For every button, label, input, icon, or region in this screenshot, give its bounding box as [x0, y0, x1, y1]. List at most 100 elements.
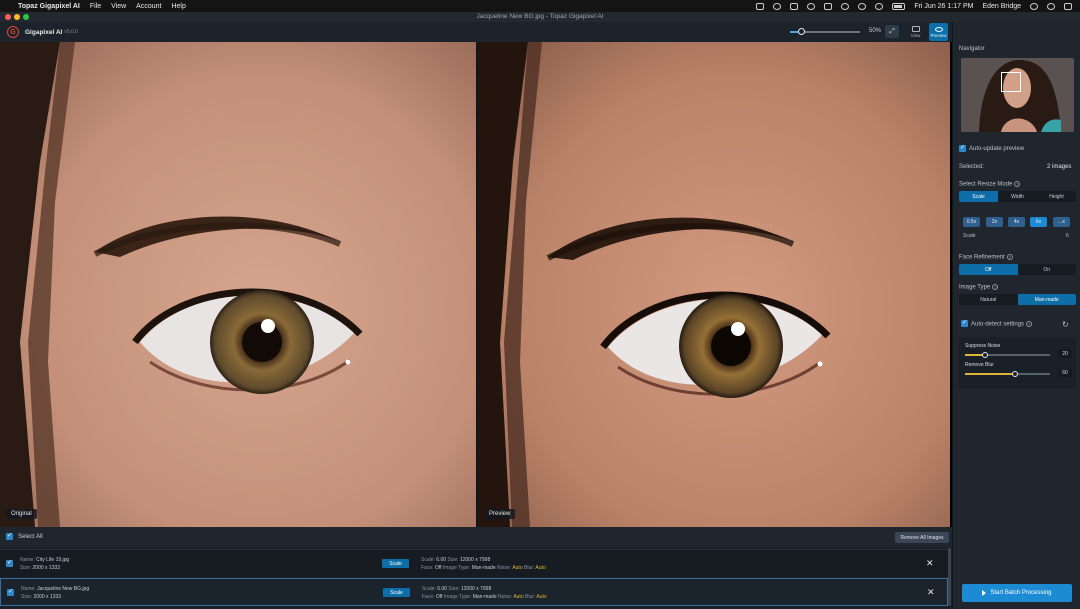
image-type-title: Image Type? [959, 284, 999, 291]
magnifier-icon: ⤢ [889, 27, 895, 35]
preview-face-photo [478, 42, 950, 527]
menu-app-name[interactable]: Topaz Gigapixel AI [18, 3, 80, 10]
split-view-icon [911, 26, 920, 32]
auto-update-label: Auto-update preview [969, 146, 1025, 152]
zoom-fit-button[interactable]: ⤢ [885, 25, 899, 38]
file-size: 2000 x 1333 [33, 594, 62, 600]
image-type-selector: Natural Man-made [959, 294, 1076, 305]
remove-all-images-button[interactable]: Remove All Images [895, 532, 949, 543]
preview-image-pane[interactable]: Preview [478, 42, 950, 527]
remove-file-icon[interactable]: ✕ [926, 558, 934, 569]
remove-blur-slider[interactable] [965, 370, 1050, 377]
file-row[interactable]: ✓ Name: Jacqueline New BG.jpg Size: 2000… [0, 578, 948, 606]
image-type-natural[interactable]: Natural [959, 294, 1018, 305]
control-center-icon[interactable] [1064, 2, 1072, 10]
auto-settings-panel: Suppress Noise 20 Remove Blur 60 [959, 337, 1076, 389]
original-image-pane[interactable]: Original [0, 42, 476, 527]
zoom-slider-handle[interactable] [798, 28, 805, 35]
dropbox-icon[interactable] [790, 2, 799, 10]
file-checkbox[interactable]: ✓ [7, 589, 14, 596]
file-name: City Life 19.jpg [36, 557, 70, 563]
eye-icon [934, 26, 943, 32]
fullscreen-window-button[interactable] [23, 14, 29, 20]
start-batch-label: Start Batch Processing [990, 590, 1052, 596]
wifi-icon[interactable] [875, 2, 884, 10]
resize-mode-scale[interactable]: Scale [959, 191, 998, 202]
navigator-thumbnail[interactable] [961, 58, 1074, 132]
suppress-noise-slider[interactable] [965, 351, 1050, 358]
view-mode-button[interactable]: View [906, 23, 925, 41]
suppress-noise-handle[interactable] [982, 351, 988, 358]
app-version: v5.0.0 [64, 29, 78, 35]
face-refinement-off[interactable]: Off [959, 264, 1018, 275]
remove-blur-value[interactable]: 60 [1058, 369, 1072, 377]
help-icon[interactable]: ? [992, 284, 999, 290]
window-title: Jacqueline New BG.jpg - Topaz Gigapixel … [476, 13, 604, 20]
file-list-scrollbar[interactable] [948, 548, 951, 606]
scale-0-5x-button[interactable]: 0.5x [963, 217, 980, 227]
navigator-viewport[interactable] [1001, 72, 1021, 92]
file-meta: Name: City Life 19.jpg Size: 2000 x 1333 [20, 557, 70, 571]
preview-toggle-button[interactable]: Preview [929, 23, 948, 41]
help-icon[interactable]: ? [1026, 321, 1033, 327]
select-all-checkbox[interactable]: ✓ [6, 533, 13, 540]
scale-label: Scale [963, 233, 976, 239]
suppress-noise-value[interactable]: 20 [1058, 350, 1072, 358]
scale-6x-button[interactable]: 6x [1030, 217, 1047, 227]
suppress-noise-label: Suppress Noise [965, 343, 1001, 349]
zoom-slider[interactable] [790, 28, 860, 35]
settings-sidebar: Navigator ✓ Auto-update preview Selected… [952, 22, 1080, 609]
file-size: 2000 x 1333 [32, 565, 61, 571]
auto-update-checkbox[interactable]: ✓ [959, 145, 966, 152]
menu-clock[interactable]: Fri Jun 26 1:17 PM [914, 3, 973, 10]
battery-icon[interactable] [892, 2, 906, 10]
zoom-value: 50% [869, 28, 882, 34]
file-scale-badge[interactable]: Scale [383, 588, 410, 597]
close-window-button[interactable] [5, 14, 11, 20]
file-row[interactable]: ✓ Name: City Life 19.jpg Size: 2000 x 13… [0, 549, 948, 577]
help-icon[interactable]: ? [1014, 181, 1021, 187]
play-icon [982, 590, 987, 596]
window-title-bar: Jacqueline New BG.jpg - Topaz Gigapixel … [0, 12, 1080, 22]
resize-mode-title: Select Resize Mode? [959, 181, 1021, 188]
image-type-man-made[interactable]: Man-made [1017, 294, 1076, 305]
face-refinement-on[interactable]: On [1018, 264, 1077, 275]
scale-value[interactable]: 6 [1066, 233, 1069, 239]
screen-record-icon[interactable] [756, 2, 765, 10]
menu-user[interactable]: Eden Bridge [982, 3, 1021, 10]
select-all-bar: ✓ Select All Remove All Images [0, 527, 952, 547]
scale-4x-button[interactable]: 4x [1008, 217, 1025, 227]
remove-blur-handle[interactable] [1012, 370, 1018, 377]
cloud-icon[interactable] [773, 2, 782, 10]
navigator-portrait [961, 58, 1074, 132]
resize-mode-height[interactable]: Height [1037, 191, 1076, 202]
time-machine-icon[interactable] [841, 2, 850, 10]
scale-custom-button[interactable]: ...x [1053, 217, 1070, 227]
resize-mode-width[interactable]: Width [998, 191, 1037, 202]
search-icon[interactable] [1030, 2, 1038, 10]
reset-icon[interactable]: ↻ [1062, 320, 1069, 329]
file-checkbox[interactable]: ✓ [6, 560, 13, 567]
menu-account[interactable]: Account [136, 3, 161, 10]
file-scale-badge[interactable]: Scale [382, 559, 409, 568]
remove-file-icon[interactable]: ✕ [927, 587, 935, 598]
auto-detect-checkbox[interactable]: ✓ [961, 320, 968, 327]
file-list-panel: ✓ Select All Remove All Images ✓ Name: C… [0, 527, 952, 609]
drop-icon[interactable] [807, 2, 816, 10]
original-face-photo [0, 42, 476, 527]
help-icon[interactable]: ? [1006, 254, 1013, 260]
minimize-window-button[interactable] [14, 14, 20, 20]
file-output-info: Scale: 6.00 Size: 12000 x 7998 Face: Off… [421, 557, 546, 571]
siri-icon[interactable] [1047, 2, 1055, 10]
file-meta: Name: Jacqueline New BG.jpg Size: 2000 x… [21, 586, 90, 600]
volume-icon[interactable] [858, 2, 867, 10]
gigapixel-logo-icon: G [7, 26, 19, 38]
start-batch-processing-button[interactable]: Start Batch Processing [962, 584, 1072, 602]
menu-help[interactable]: Help [171, 3, 185, 10]
original-pane-label: Original [6, 509, 37, 519]
scale-2x-button[interactable]: 2x [986, 217, 1003, 227]
menu-file[interactable]: File [90, 3, 101, 10]
view-mode-label: View [910, 33, 921, 38]
menu-view[interactable]: View [111, 3, 126, 10]
bluetooth-icon[interactable] [824, 2, 833, 10]
